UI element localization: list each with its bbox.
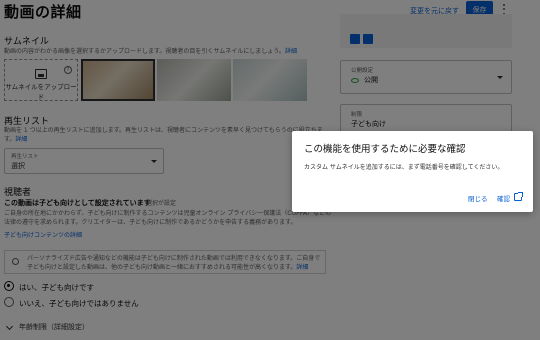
dialog-title: この機能を使用するために必要な確認 xyxy=(304,144,466,155)
dialog-body: カスタム サムネイルを追加するには、まず電話番号を確認してください。 xyxy=(304,164,504,171)
dialog-close-button[interactable]: 閉じる xyxy=(468,193,488,203)
dialog-confirm-button[interactable]: 確認 xyxy=(497,193,510,203)
video-details-page: 動画の詳細 変更を元に戻す 保存 サムネイル 動画の内容がわかる画像を選択するか… xyxy=(0,0,540,340)
open-external-icon[interactable] xyxy=(514,192,523,201)
verification-dialog: この機能を使用するために必要な確認 カスタム サムネイルを追加するには、まず電話… xyxy=(292,131,533,212)
